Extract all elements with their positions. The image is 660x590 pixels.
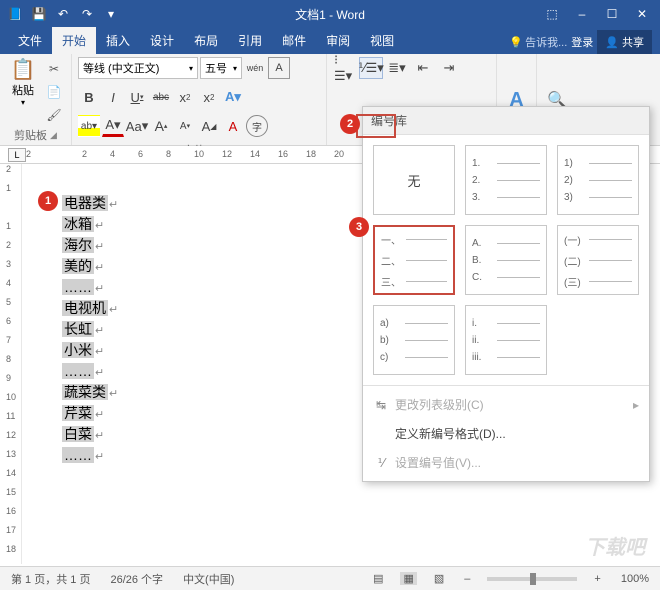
tab-mailings[interactable]: 邮件 (272, 27, 316, 54)
read-mode-button[interactable]: ▤ (370, 572, 386, 585)
bold-button[interactable]: B (78, 86, 100, 108)
numbering-style-6[interactable]: i.ii.iii. (465, 305, 547, 375)
tab-layout[interactable]: 布局 (184, 27, 228, 54)
text-effects-button[interactable]: A▾ (222, 86, 244, 108)
format-painter-button[interactable]: 🖌 (44, 105, 64, 125)
status-bar: 第 1 页，共 1 页 26/26 个字 中文(中国) ▤ ▦ ▧ – + 10… (0, 566, 660, 590)
decrease-indent-button[interactable]: ⇤ (411, 57, 435, 79)
numbering-style-1[interactable]: 1)2)3) (557, 145, 639, 215)
copy-button[interactable]: 📄 (44, 82, 64, 102)
numbering-style-2[interactable]: 一、二、三、 (373, 225, 455, 295)
set-number-value-menuitem: ⅟设置编号值(V)... (363, 448, 649, 477)
numbering-dropdown: 编号库 3 无1.2.3.1)2)3)一、二、三、A.B.C.(一)(二)(三)… (362, 106, 650, 482)
superscript-button[interactable]: x2 (198, 86, 220, 108)
char-border-button[interactable]: A (268, 57, 290, 79)
save-button[interactable]: 💾 (28, 3, 50, 25)
zoom-slider[interactable] (487, 577, 577, 581)
underline-button[interactable]: U ▾ (126, 86, 148, 108)
multilevel-button[interactable]: ≣▾ (385, 57, 409, 79)
tab-home[interactable]: 开始 (52, 27, 96, 54)
bullets-button[interactable]: ⁝☰▾ (333, 57, 357, 79)
paste-button[interactable]: 📋 粘贴 ▾ (6, 57, 40, 107)
subscript-button[interactable]: x2 (174, 86, 196, 108)
ribbon-display-button[interactable]: ⬚ (538, 3, 566, 25)
grow-font-button[interactable]: A▴ (150, 115, 172, 137)
change-case-button[interactable]: A◢ (198, 115, 220, 137)
undo-button[interactable]: ↶ (52, 3, 74, 25)
numbering-style-none[interactable]: 无 (373, 145, 455, 215)
qat-more-button[interactable]: ▾ (100, 3, 122, 25)
clipboard-launcher[interactable]: ◢ (50, 130, 57, 141)
word-count[interactable]: 26/26 个字 (107, 571, 166, 587)
tell-me-search[interactable]: 💡 告诉我... (509, 34, 567, 50)
shrink-font-button[interactable]: A▾ (174, 115, 196, 137)
font-size-combo[interactable]: 五号▾ (200, 57, 242, 79)
define-new-format-menuitem[interactable]: 定义新编号格式(D)... (363, 419, 649, 448)
numbering-style-0[interactable]: 1.2.3. (465, 145, 547, 215)
tab-references[interactable]: 引用 (228, 27, 272, 54)
clear-formatting-button[interactable]: A (222, 115, 244, 137)
italic-button[interactable]: I (102, 86, 124, 108)
tab-insert[interactable]: 插入 (96, 27, 140, 54)
font-color-button[interactable]: A▾ (102, 115, 124, 137)
language-indicator[interactable]: 中文(中国) (180, 571, 237, 587)
tab-view[interactable]: 视图 (360, 27, 404, 54)
highlight-button[interactable]: ab▾ (78, 115, 100, 137)
numbering-style-3[interactable]: A.B.C. (465, 225, 547, 295)
tab-selector[interactable]: L (8, 148, 26, 162)
share-button[interactable]: 👤 共享 (597, 30, 652, 54)
font-name-combo[interactable]: 等线 (中文正文)▾ (78, 57, 198, 79)
login-link[interactable]: 登录 (571, 34, 593, 50)
page-indicator[interactable]: 第 1 页，共 1 页 (8, 571, 93, 587)
numbering-button[interactable]: ⅟☰▾ (359, 57, 383, 79)
strikethrough-button[interactable]: abc (150, 86, 172, 108)
increase-indent-button[interactable]: ⇥ (437, 57, 461, 79)
clipboard-group-label: 剪贴板 (14, 127, 47, 143)
annotation-badge-3: 3 (349, 217, 369, 237)
cut-button[interactable]: ✂ (44, 59, 64, 79)
numbering-library-header: 编号库 (363, 107, 649, 135)
tab-review[interactable]: 审阅 (316, 27, 360, 54)
tab-file[interactable]: 文件 (8, 27, 52, 54)
phonetic-guide-button[interactable]: wén (244, 57, 266, 79)
change-list-level-menuitem: ↹更改列表级别(C)▸ (363, 390, 649, 419)
zoom-in-button[interactable]: + (591, 573, 603, 585)
numbering-style-4[interactable]: (一)(二)(三) (557, 225, 639, 295)
window-title: 文档1 - Word (122, 6, 538, 23)
numbering-style-5[interactable]: a)b)c) (373, 305, 455, 375)
annotation-badge-1: 1 (38, 191, 58, 211)
enclose-char-button[interactable]: 字 (246, 115, 268, 137)
close-button[interactable]: ✕ (628, 3, 656, 25)
zoom-out-button[interactable]: – (461, 573, 473, 585)
char-shading-button[interactable]: Aa▾ (126, 115, 148, 137)
word-app-icon: 📘 (4, 3, 26, 25)
web-layout-button[interactable]: ▧ (431, 572, 447, 585)
redo-button[interactable]: ↷ (76, 3, 98, 25)
minimize-button[interactable]: – (568, 3, 596, 25)
vertical-ruler[interactable]: 21123456789101112131415161718 (0, 164, 22, 564)
annotation-badge-2: 2 (340, 114, 360, 134)
tab-design[interactable]: 设计 (140, 27, 184, 54)
zoom-level[interactable]: 100% (618, 573, 652, 585)
maximize-button[interactable]: ☐ (598, 3, 626, 25)
print-layout-button[interactable]: ▦ (400, 572, 416, 585)
